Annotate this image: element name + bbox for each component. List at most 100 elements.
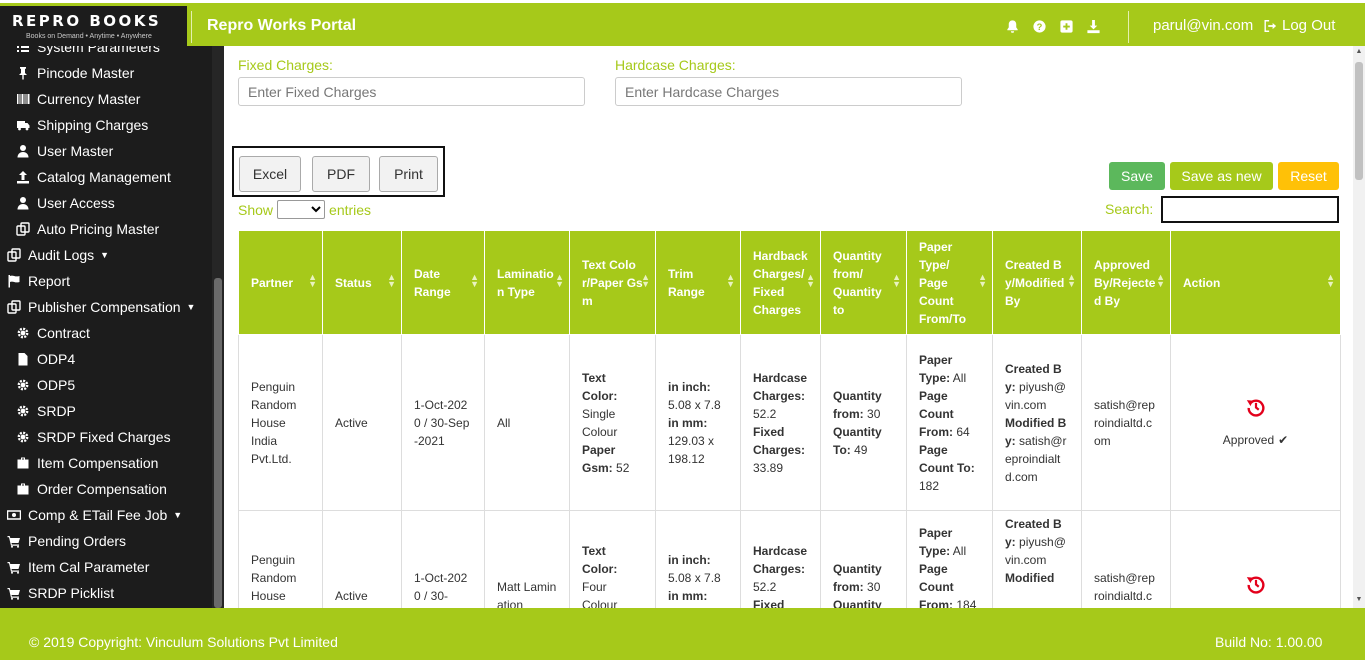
column-header[interactable]: Created By/Modified By ▲ ▼ (992, 230, 1082, 335)
restore-history-icon[interactable] (1245, 396, 1267, 418)
scroll-down-arrow[interactable]: ▼ (1355, 596, 1363, 603)
sidebar-item-user-access[interactable]: User Access (16, 190, 115, 216)
sidebar-item-catalog-management[interactable]: Catalog Management (16, 164, 171, 190)
user-icon (17, 145, 29, 158)
sidebar-item-label: Currency Master (37, 91, 141, 107)
sidebar-item-srdp-picklist[interactable]: SRDP Picklist (7, 580, 114, 606)
column-header[interactable]: Quantity from/ Quantity to ▲ ▼ (820, 230, 907, 335)
entries-select[interactable] (277, 200, 326, 219)
brand-logo[interactable]: REPRO BOOKS Books on Demand • Anytime • … (0, 6, 187, 49)
table-row: Penguin Random House India Pvt.Ltd. Acti… (238, 334, 1341, 511)
pricing-table: Partner ▲ ▼ Status ▲ ▼ Date Range ▲ ▼ Laminati… (238, 230, 1341, 608)
created-by-cell: Created By: piyush@vin.com Modified (992, 510, 1082, 608)
sidebar-item-item-compensation[interactable]: Item Compensation (16, 450, 158, 476)
save-as-new-button[interactable]: Save as new (1170, 162, 1273, 190)
sidebar-item-report[interactable]: Report (7, 268, 70, 294)
page-scrollbar-thumb[interactable] (1355, 62, 1363, 180)
sidebar-item-order-compensation[interactable]: Order Compensation (16, 476, 167, 502)
column-header[interactable]: Text Color/Paper Gsm ▲ ▼ (569, 230, 656, 335)
sidebar-item-shipping-charges[interactable]: Shipping Charges (16, 112, 148, 138)
sidebar-item-currency-master[interactable]: Currency Master (16, 86, 140, 112)
quantity-cell: Quantity from: 30 Quantity To: 49 (820, 334, 907, 511)
sidebar-item-contract[interactable]: Contract (16, 320, 90, 346)
flag-icon (8, 275, 20, 288)
sidebar-scrollbar-thumb[interactable] (214, 278, 222, 608)
sidebar-item-user-master[interactable]: User Master (16, 138, 113, 164)
sidebar-item-label: System Parameters (37, 46, 160, 55)
sidebar-item-label: SRDP (37, 403, 76, 419)
header-divider (1128, 11, 1129, 43)
sidebar-item-label: Pincode Master (37, 65, 135, 81)
column-header[interactable]: Partner ▲ ▼ (238, 230, 323, 335)
column-header[interactable]: Hardback Charges/ Fixed Charges ▲ ▼ (740, 230, 821, 335)
reset-button[interactable]: Reset (1278, 162, 1339, 190)
header-icons: ? (1005, 19, 1101, 34)
sidebar-item-srdp-fixed-charges[interactable]: SRDP Fixed Charges (16, 424, 171, 450)
column-header[interactable]: Paper Type/ Page Count From/To ▲ ▼ (906, 230, 993, 335)
sidebar-item-label: Audit Logs (28, 247, 95, 263)
status-cell: Active (322, 510, 402, 608)
column-header[interactable]: Status ▲ ▼ (322, 230, 402, 335)
sidebar-item-label: Comp & ETail Fee Job (28, 507, 168, 523)
svg-text:?: ? (1037, 22, 1043, 32)
sidebar-item-item-cal-parameter[interactable]: Item Cal Parameter (7, 554, 149, 580)
show-entries: Show entries (238, 200, 371, 219)
save-button[interactable]: Save (1109, 162, 1165, 190)
pin-icon (19, 67, 27, 80)
sidebar-item-pincode-master[interactable]: Pincode Master (16, 60, 134, 86)
check-icon: ✔ (1278, 433, 1289, 447)
cart-icon (7, 588, 20, 600)
sidebar-item-auto-pricing-master[interactable]: Auto Pricing Master (16, 216, 159, 242)
approved-status: Approved ✔ (1222, 433, 1289, 447)
fixed-charges-input[interactable] (238, 77, 585, 106)
clone-icon (7, 248, 21, 262)
excel-button[interactable]: Excel (239, 156, 301, 192)
logout-link[interactable]: Log Out (1263, 17, 1335, 34)
sidebar-item-odp4[interactable]: ODP4 (16, 346, 75, 372)
help-icon[interactable]: ? (1032, 19, 1047, 34)
partner-cell: Penguin Random House (238, 510, 323, 608)
trim-range-cell: in inch: 5.08 x 7.8 in mm: (655, 510, 741, 608)
sidebar-item-srdp[interactable]: SRDP (16, 398, 76, 424)
search-input[interactable] (1161, 196, 1339, 223)
table-row: Penguin Random House Active 1-Oct-2020 /… (238, 510, 1341, 608)
sidebar-item-publisher-compensation[interactable]: Publisher Compensation ▼ (7, 294, 195, 320)
sort-icon: ▲ ▼ (1156, 272, 1165, 289)
column-header[interactable]: Date Range ▲ ▼ (401, 230, 485, 335)
text-color-cell: Text Color: Single Colour Paper Gsm: 52 (569, 334, 656, 511)
bell-icon[interactable] (1005, 19, 1020, 34)
sidebar-item-comp-etail-fee-job[interactable]: Comp & ETail Fee Job ▼ (7, 502, 182, 528)
scroll-up-arrow[interactable]: ▲ (1355, 48, 1363, 55)
sort-icon: ▲ ▼ (641, 272, 650, 289)
sidebar-item-audit-logs[interactable]: Audit Logs ▼ (7, 242, 109, 268)
restore-history-icon[interactable] (1245, 573, 1267, 595)
sidebar-item-label: Item Compensation (37, 455, 159, 471)
build-number: Build No: 1.00.00 (1215, 634, 1323, 650)
column-header[interactable]: Approved By/Rejected By ▲ ▼ (1081, 230, 1171, 335)
sidebar-item-label: Report (28, 273, 71, 289)
sort-icon: ▲ ▼ (387, 272, 396, 289)
paper-type-cell: Paper Type: All Page Count From: 64 Page… (906, 334, 993, 511)
truck-icon (17, 121, 30, 131)
cog-icon (17, 431, 29, 443)
column-header[interactable]: Action ▲ ▼ (1170, 230, 1341, 335)
money-icon (7, 510, 21, 520)
sidebar-item-odp5[interactable]: ODP5 (16, 372, 75, 398)
print-button[interactable]: Print (379, 156, 438, 192)
date-range-cell: 1-Oct-2020 / 30- (401, 510, 485, 608)
portal-title: Repro Works Portal (207, 17, 357, 34)
list-icon (17, 46, 29, 52)
lamination-cell: All (484, 334, 570, 511)
sidebar-item-pending-orders[interactable]: Pending Orders (7, 528, 126, 554)
column-header[interactable]: Lamination Type ▲ ▼ (484, 230, 570, 335)
hardcase-charges-input[interactable] (615, 77, 962, 106)
sidebar-item-label: Item Cal Parameter (28, 559, 150, 575)
sort-icon: ▲ ▼ (555, 272, 564, 289)
user-email[interactable]: parul@vin.com (1153, 17, 1253, 34)
pdf-button[interactable]: PDF (312, 156, 370, 192)
briefcase-icon (17, 457, 29, 469)
sidebar-item-system-parameters[interactable]: System Parameters (16, 46, 160, 60)
column-header[interactable]: Trim Range ▲ ▼ (655, 230, 741, 335)
plus-square-icon[interactable] (1059, 19, 1074, 34)
download-icon[interactable] (1086, 19, 1101, 34)
